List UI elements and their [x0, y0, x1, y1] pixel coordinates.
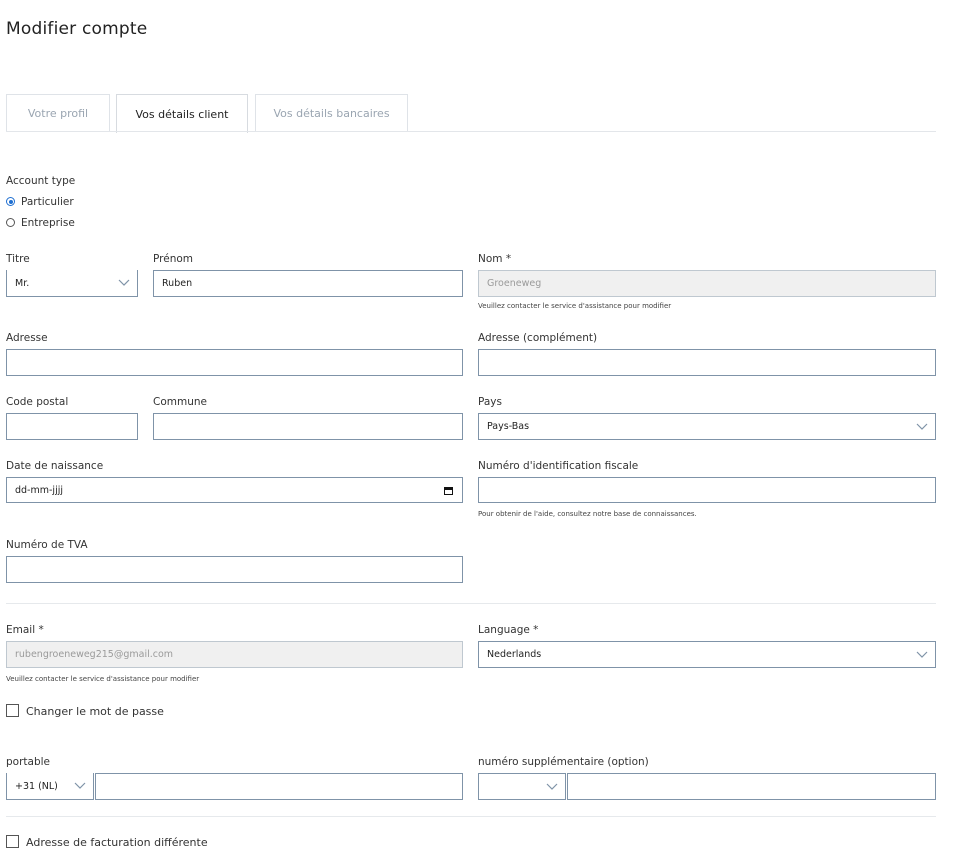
nom-hint: Veuillez contacter le service d'assistan… — [478, 302, 672, 310]
titre-label: Titre — [6, 253, 30, 265]
num-tva-label: Numéro de TVA — [6, 539, 88, 551]
tab-vos-details-client[interactable]: Vos détails client — [116, 94, 248, 133]
chevron-down-icon — [916, 423, 928, 430]
tab-divider — [6, 131, 936, 132]
num-tva-input[interactable] — [6, 556, 463, 583]
portable-prefix-select[interactable]: +31 (NL) — [6, 773, 94, 800]
billing-address-checkbox[interactable] — [6, 835, 19, 848]
adresse-complement-label: Adresse (complément) — [478, 332, 598, 344]
titre-select[interactable]: Mr. — [6, 270, 138, 297]
commune-label: Commune — [153, 396, 207, 408]
code-postal-label: Code postal — [6, 396, 69, 408]
pays-select[interactable]: Pays-Bas — [478, 413, 936, 440]
radio-particulier-label[interactable]: Particulier — [21, 196, 74, 208]
language-label: Language * — [478, 624, 539, 636]
date-placeholder: dd-mm-jjjj — [15, 484, 63, 496]
num-fiscal-hint: Pour obtenir de l'aide, consultez notre … — [478, 510, 697, 518]
chevron-down-icon — [916, 651, 928, 658]
supplementaire-prefix-select[interactable] — [478, 773, 566, 800]
radio-particulier[interactable] — [6, 197, 15, 206]
date-naissance-label: Date de naissance — [6, 460, 104, 472]
portable-label: portable — [6, 756, 50, 768]
num-fiscal-label: Numéro d'identification fiscale — [478, 460, 639, 472]
section-divider — [6, 816, 936, 817]
adresse-input[interactable] — [6, 349, 463, 376]
language-select[interactable]: Nederlands — [478, 641, 936, 668]
portable-prefix-value: +31 (NL) — [15, 780, 58, 792]
adresse-complement-input[interactable] — [478, 349, 936, 376]
account-type-label: Account type — [6, 175, 76, 187]
email-hint: Veuillez contacter le service d'assistan… — [6, 675, 200, 683]
nom-input[interactable]: Groeneweg — [478, 270, 936, 297]
code-postal-input[interactable] — [6, 413, 138, 440]
nom-label: Nom * — [478, 253, 512, 265]
calendar-icon[interactable] — [444, 487, 453, 495]
email-input[interactable]: rubengroeneweg215@gmail.com — [6, 641, 463, 668]
radio-entreprise-label[interactable]: Entreprise — [21, 217, 75, 229]
radio-entreprise[interactable] — [6, 218, 15, 227]
language-value: Nederlands — [487, 649, 542, 660]
chevron-down-icon — [74, 782, 86, 789]
tab-votre-profil[interactable]: Votre profil — [6, 94, 110, 131]
portable-input[interactable] — [95, 773, 463, 800]
titre-value: Mr. — [15, 277, 30, 289]
pays-label: Pays — [478, 396, 502, 408]
adresse-label: Adresse — [6, 332, 48, 344]
page-title: Modifier compte — [6, 19, 148, 39]
chevron-down-icon — [546, 783, 558, 790]
tab-vos-details-bancaires[interactable]: Vos détails bancaires — [255, 94, 408, 131]
num-fiscal-input[interactable] — [478, 477, 936, 503]
chevron-down-icon — [118, 279, 130, 286]
supplementaire-label: numéro supplémentaire (option) — [478, 756, 649, 768]
email-label: Email * — [6, 624, 44, 636]
prenom-label: Prénom — [153, 253, 194, 265]
pays-value: Pays-Bas — [487, 421, 530, 432]
commune-input[interactable] — [153, 413, 463, 440]
change-password-checkbox[interactable] — [6, 704, 19, 717]
supplementaire-input[interactable] — [567, 773, 936, 800]
section-divider — [6, 603, 936, 604]
change-password-label[interactable]: Changer le mot de passe — [26, 705, 164, 718]
date-naissance-input[interactable]: dd-mm-jjjj — [6, 477, 463, 503]
prenom-input[interactable]: Ruben — [153, 270, 463, 297]
